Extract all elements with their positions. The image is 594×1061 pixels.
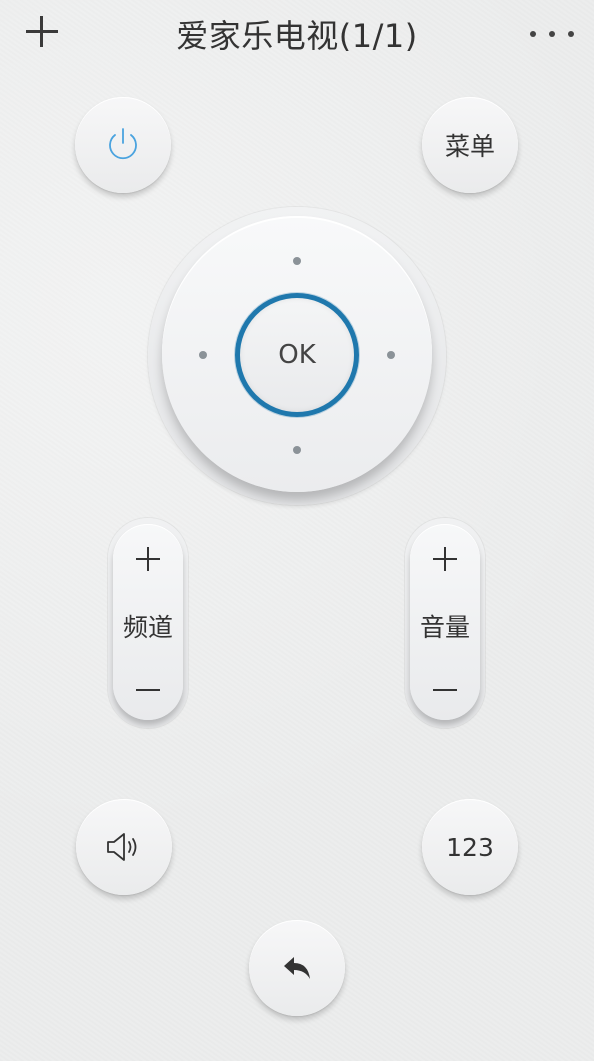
menu-button[interactable]: 菜单 — [422, 97, 518, 193]
dpad-left-button[interactable] — [199, 351, 207, 359]
speaker-icon — [107, 833, 137, 861]
more-dots-icon — [530, 31, 536, 37]
channel-down-button[interactable] — [113, 665, 183, 715]
volume-down-button[interactable] — [410, 665, 480, 715]
power-icon — [109, 128, 137, 160]
ok-button-label: OK — [278, 340, 316, 370]
channel-label: 频道 — [122, 613, 173, 642]
ok-button[interactable]: OK — [235, 293, 359, 417]
volume-up-button[interactable] — [410, 534, 480, 584]
power-button[interactable] — [75, 97, 171, 193]
dpad-down-button[interactable] — [293, 446, 301, 454]
channel-up-button[interactable] — [113, 534, 183, 584]
back-button[interactable] — [249, 920, 345, 1016]
page-title: 爱家乐电视(1/1) — [176, 17, 418, 55]
numpad-button-label: 123 — [446, 832, 494, 862]
volume-control: 音量 — [410, 524, 480, 720]
dpad-up-button[interactable] — [293, 257, 301, 265]
channel-control: 频道 — [113, 524, 183, 720]
mute-button[interactable] — [76, 799, 172, 895]
dpad-right-button[interactable] — [387, 351, 395, 359]
volume-label: 音量 — [419, 613, 470, 642]
numpad-button[interactable]: 123 — [422, 799, 518, 895]
back-arrow-icon — [284, 957, 310, 979]
add-device-button[interactable] — [22, 10, 64, 52]
header-bar: 爱家乐电视(1/1) — [0, 0, 594, 70]
menu-button-label: 菜单 — [444, 132, 495, 161]
more-options-button[interactable] — [530, 26, 574, 42]
